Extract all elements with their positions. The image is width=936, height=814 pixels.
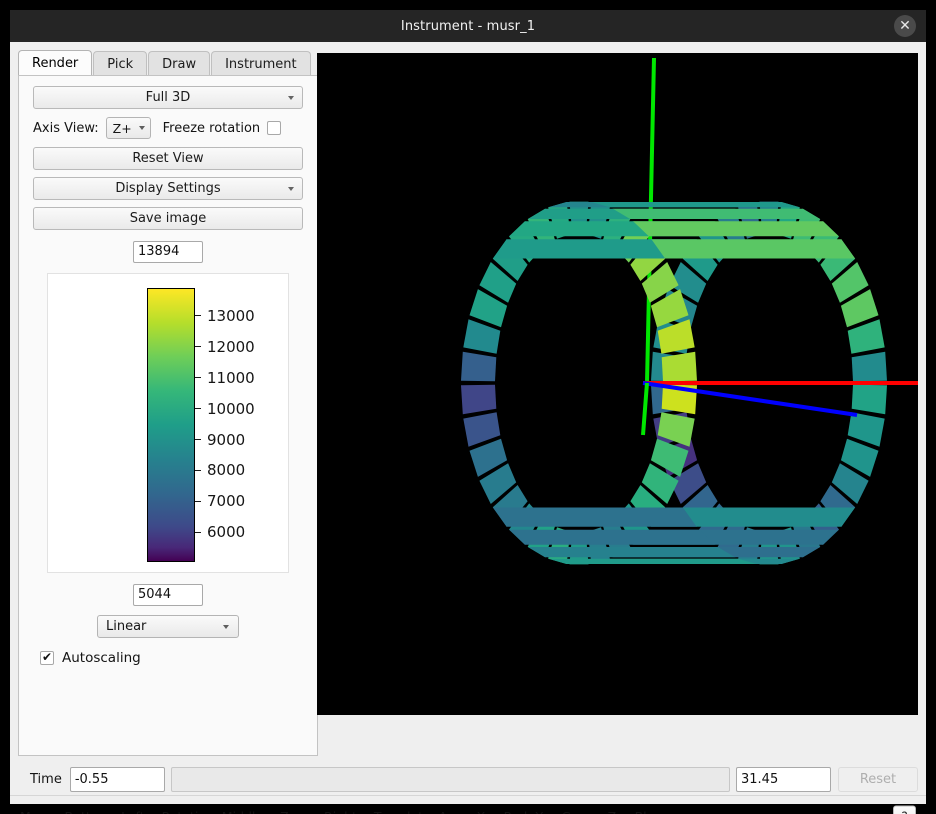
colorbar-canvas: 13000 12000 11000 10000 9000 8000 7000 6000 (47, 273, 289, 573)
colorbar-tick: 7000 (195, 492, 245, 510)
time-slider[interactable] (171, 767, 730, 792)
projection-value: Full 3D (146, 90, 191, 105)
window-title: Instrument - musr_1 (401, 19, 535, 34)
control-panel: Render Pick Draw Instrument Full 3D (18, 50, 318, 756)
time-start-input[interactable]: -0.55 (70, 767, 165, 792)
tick-dash (195, 315, 201, 316)
detector-segment (613, 209, 820, 219)
time-controls: Time -0.55 31.45 Reset (18, 764, 918, 794)
tick-label: 8000 (207, 461, 245, 479)
axis-view-select[interactable]: Z+ (106, 117, 151, 139)
detector-segment (592, 202, 800, 207)
axis-view-row: Axis View: Z+ Freeze rotation (33, 116, 303, 140)
tab-draw-label: Draw (162, 57, 196, 72)
tick-dash (195, 346, 201, 347)
colorbar-gradient (147, 288, 195, 562)
reset-view-label: Reset View (132, 151, 203, 166)
display-settings-label: Display Settings (115, 181, 220, 196)
tab-pick[interactable]: Pick (93, 51, 147, 76)
display-settings-button[interactable]: Display Settings (33, 177, 303, 200)
tab-draw[interactable]: Draw (148, 51, 210, 76)
tick-dash (195, 470, 201, 471)
colorbar-tick: 9000 (195, 431, 245, 449)
tick-dash (195, 439, 201, 440)
tick-dash (195, 532, 201, 533)
detector-segment (651, 239, 855, 258)
tick-dash (195, 501, 201, 502)
status-message: Mouse Buttons: Left -- Rotation, Middle … (20, 809, 662, 814)
detector-segment (528, 547, 735, 557)
tick-label: 9000 (207, 431, 245, 449)
detector-segment (493, 508, 697, 527)
tick-label: 7000 (207, 492, 245, 510)
tab-pick-label: Pick (107, 57, 133, 72)
freeze-rotation-checkbox[interactable] (267, 121, 281, 135)
time-end-input[interactable]: 31.45 (736, 767, 831, 792)
reset-view-button[interactable]: Reset View (33, 147, 303, 170)
scale-type-value: Linear (106, 619, 146, 634)
tab-render[interactable]: Render (18, 50, 92, 76)
window-titlebar: Instrument - musr_1 ✕ (10, 10, 926, 42)
colorbar-tick: 11000 (195, 369, 255, 387)
freeze-rotation-label: Freeze rotation (163, 121, 261, 136)
chevron-down-icon (288, 187, 294, 191)
axis-view-value: Z+ (113, 121, 132, 136)
tab-instrument-label: Instrument (225, 57, 297, 72)
instrument-view-window: Instrument - musr_1 ✕ Render Pick Draw I… (0, 0, 936, 814)
instrument-3d-view[interactable] (317, 53, 918, 715)
projection-select[interactable]: Full 3D (33, 86, 303, 109)
chevron-down-icon (139, 126, 145, 130)
status-bar: Mouse Buttons: Left -- Rotation, Middle … (10, 795, 926, 814)
close-icon[interactable]: ✕ (894, 15, 916, 37)
tick-label: 10000 (207, 400, 255, 418)
tick-label: 12000 (207, 338, 255, 356)
axis-view-label: Axis View: (33, 121, 99, 136)
chevron-down-icon (223, 625, 229, 629)
autoscaling-checkbox[interactable] (40, 651, 54, 665)
time-reset-button[interactable]: Reset (838, 767, 918, 792)
detector-segment (509, 530, 715, 545)
colorbar-tick-labels: 13000 12000 11000 10000 9000 8000 7000 6000 (195, 288, 290, 562)
tab-render-label: Render (32, 56, 78, 71)
window-body: Render Pick Draw Instrument Full 3D (10, 42, 926, 804)
render-tab-panel: Full 3D Axis View: Z+ Freeze rotation Re… (18, 75, 318, 756)
colorbar-tick: 12000 (195, 338, 255, 356)
tab-bar: Render Pick Draw Instrument (18, 50, 318, 76)
tick-dash (195, 377, 201, 378)
colorbar-tick: 8000 (195, 461, 245, 479)
detector-segment (548, 559, 756, 564)
autoscaling-label: Autoscaling (62, 650, 141, 666)
min-value-input[interactable]: 5044 (133, 584, 203, 606)
colorbar-tick: 10000 (195, 400, 255, 418)
tick-label: 13000 (207, 307, 255, 325)
tick-dash (195, 408, 201, 409)
detector-segment (633, 221, 839, 236)
save-image-label: Save image (130, 211, 207, 226)
scale-type-select[interactable]: Linear (97, 615, 239, 638)
help-button[interactable]: ? (893, 805, 916, 814)
time-label: Time (30, 772, 62, 787)
chevron-down-icon (288, 96, 294, 100)
detector-geometry (317, 53, 918, 715)
tick-label: 6000 (207, 523, 245, 541)
colorbar-tick: 13000 (195, 307, 255, 325)
max-value-input[interactable]: 13894 (133, 241, 203, 263)
tab-instrument[interactable]: Instrument (211, 51, 311, 76)
colorbar-tick: 6000 (195, 523, 245, 541)
autoscaling-row: Autoscaling (33, 650, 303, 666)
tick-label: 11000 (207, 369, 255, 387)
save-image-button[interactable]: Save image (33, 207, 303, 230)
